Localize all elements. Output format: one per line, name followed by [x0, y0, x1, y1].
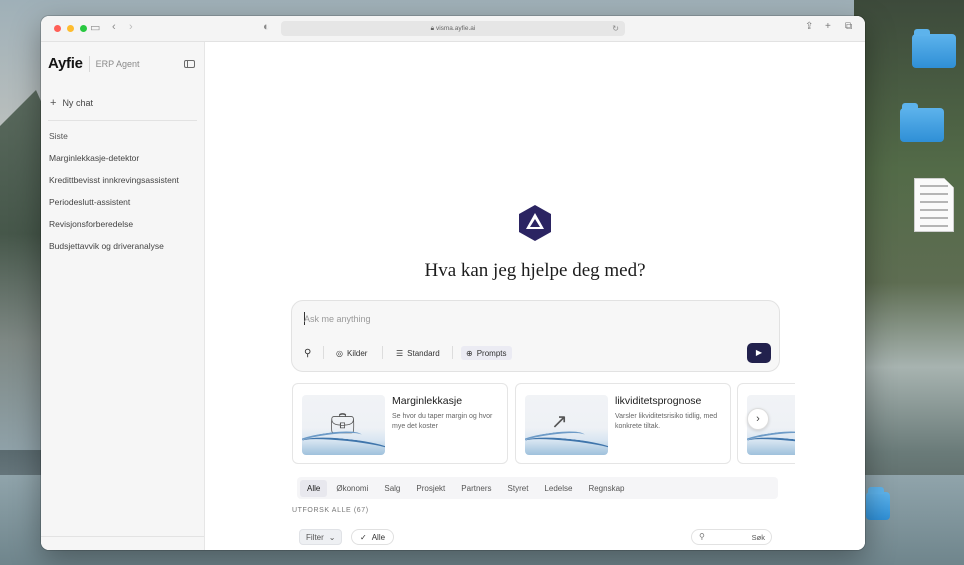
card-thumbnail: ↗ — [525, 395, 608, 455]
chat-composer: ⚲ ◎ Kilder ☰ Standard ⊕ Prompts ▶ — [291, 300, 780, 372]
search-input[interactable]: ⚲ Søk — [691, 529, 772, 545]
plus-icon: + — [50, 97, 57, 109]
tab-okonomi[interactable]: Økonomi — [329, 480, 375, 497]
minimize-window-button[interactable] — [67, 25, 74, 32]
chevron-right-icon: › — [756, 413, 760, 425]
prompts-label: Prompts — [476, 348, 507, 358]
share-icon[interactable]: ⇪ — [805, 21, 813, 32]
search-icon: ⚲ — [699, 532, 705, 541]
mode-label: Standard — [407, 348, 440, 358]
chat-input[interactable] — [304, 311, 764, 327]
tab-regnskap[interactable]: Regnskap — [581, 480, 631, 497]
sidebar-item-revisjonsforberedelse[interactable]: Revisjonsforberedelse — [49, 219, 179, 241]
prompts-icon: ⊕ — [466, 348, 473, 358]
tab-alle[interactable]: Alle — [300, 479, 328, 497]
desktop-folder-icon[interactable] — [912, 29, 956, 68]
product-name: ERP Agent — [95, 58, 140, 69]
carousel-next-button[interactable]: › — [747, 408, 769, 430]
sidebar-item-periodeslutt[interactable]: Periodeslutt-assistent — [49, 197, 179, 219]
close-window-button[interactable] — [54, 25, 61, 32]
sidebar: Ayfie ERP Agent + Ny chat Siste Marginle… — [41, 42, 205, 550]
chevron-down-icon: ⌄ — [328, 532, 336, 542]
desktop-folder-icon[interactable] — [866, 487, 890, 520]
brand-divider — [88, 55, 90, 72]
filter-dropdown[interactable]: Filter ⌄ — [299, 529, 343, 545]
desktop-document-icon[interactable] — [914, 178, 954, 232]
prompts-button[interactable]: ⊕ Prompts — [461, 346, 512, 360]
search-label: Søk — [751, 533, 765, 542]
tab-styret[interactable]: Styret — [501, 480, 536, 497]
sources-button[interactable]: ◎ Kilder — [336, 346, 367, 360]
collapse-sidebar-icon[interactable] — [184, 60, 195, 68]
explore-count-label: UTFORSK ALLE (67) — [292, 507, 369, 514]
sidebar-footer — [41, 536, 204, 550]
brand: Ayfie ERP Agent — [48, 55, 140, 72]
card-description: Se hvor du taper margin og hvor mye det … — [392, 413, 493, 430]
forward-icon[interactable]: › — [129, 21, 133, 33]
sources-icon: ◎ — [336, 348, 343, 358]
tool-divider — [382, 346, 383, 359]
sidebar-divider — [48, 120, 197, 121]
sidebar-toggle-icon[interactable]: ▭ — [90, 21, 100, 34]
agent-cards-carousel: 💼︎ Marginlekkasje Se hvor du taper margi… — [292, 383, 795, 465]
zoom-window-button[interactable] — [80, 25, 87, 32]
browser-window: ▭ ‹ › ◐ 🔒︎ visma.ayfie.ai ↻ ⇪ + ⧉ Ayfie … — [41, 16, 865, 550]
trend-up-icon: ↗ — [551, 411, 568, 433]
new-chat-button[interactable]: + Ny chat — [50, 97, 93, 109]
reload-icon[interactable]: ↻ — [612, 21, 619, 36]
send-button[interactable]: ▶ — [747, 343, 771, 363]
sources-label: Kilder — [346, 348, 368, 358]
card-description: Varsler likviditetsrisiko tidlig, med ko… — [615, 413, 718, 430]
new-chat-label: Ny chat — [62, 98, 93, 108]
main-content: Hva kan jeg hjelpe deg med? ⚲ ◎ Kilder ☰… — [205, 42, 865, 550]
sidebar-item-budsjettavvik[interactable]: Budsjettavvik og driveranalyse — [49, 241, 179, 263]
tab-partners[interactable]: Partners — [454, 480, 498, 497]
all-filter-chip[interactable]: ✓ Alle — [351, 529, 395, 545]
ayfie-logo-icon — [519, 205, 551, 241]
card-title: Marginlekkasje — [392, 395, 463, 407]
sidebar-item-marginlekkasje-detektor[interactable]: Marginlekkasje-detektor — [49, 153, 179, 175]
tab-prosjekt[interactable]: Prosjekt — [409, 480, 452, 497]
privacy-shield-icon[interactable]: ◐ — [263, 21, 270, 33]
back-icon[interactable]: ‹ — [112, 21, 116, 33]
all-chip-label: Alle — [371, 532, 386, 542]
check-icon: ✓ — [360, 532, 367, 542]
tab-overview-icon[interactable]: ⧉ — [845, 21, 852, 32]
category-tabs: Alle Økonomi Salg Prosjekt Partners Styr… — [297, 477, 778, 499]
sidebar-item-kredittbevisst[interactable]: Kredittbevisst innkrevingsassistent — [49, 175, 179, 197]
address-bar[interactable]: 🔒︎ visma.ayfie.ai ↻ — [281, 21, 625, 36]
window-controls — [54, 25, 87, 32]
agent-card[interactable]: 💼︎ Marginlekkasje Se hvor du taper margi… — [292, 383, 508, 464]
brand-logo[interactable]: Ayfie — [48, 55, 83, 72]
send-icon: ▶ — [755, 348, 763, 357]
tab-salg[interactable]: Salg — [377, 480, 407, 497]
attach-paperclip-icon[interactable]: ⚲ — [304, 346, 311, 360]
sliders-icon: ☰ — [396, 348, 404, 358]
tool-divider — [452, 346, 453, 359]
tab-ledelse[interactable]: Ledelse — [537, 480, 579, 497]
tool-divider — [323, 346, 324, 359]
page-headline: Hva kan jeg hjelpe deg med? — [424, 260, 646, 281]
agent-card[interactable]: ↗ likviditetsprognose Varsler likviditet… — [515, 383, 731, 464]
card-title: likviditetsprognose — [615, 395, 702, 407]
mode-button[interactable]: ☰ Standard — [396, 346, 440, 360]
recent-chats-list: Siste Marginlekkasje-detektor Kredittbev… — [49, 131, 179, 263]
address-url: visma.ayfie.ai — [435, 25, 476, 32]
browser-titlebar: ▭ ‹ › ◐ 🔒︎ visma.ayfie.ai ↻ ⇪ + ⧉ — [41, 16, 865, 42]
app-layout: Ayfie ERP Agent + Ny chat Siste Marginle… — [41, 42, 865, 550]
recent-section-heading: Siste — [49, 131, 68, 141]
card-thumbnail: 💼︎ — [302, 395, 385, 455]
new-tab-icon[interactable]: + — [825, 21, 831, 32]
desktop-folder-icon[interactable] — [900, 103, 944, 142]
filter-label: Filter — [306, 532, 324, 542]
